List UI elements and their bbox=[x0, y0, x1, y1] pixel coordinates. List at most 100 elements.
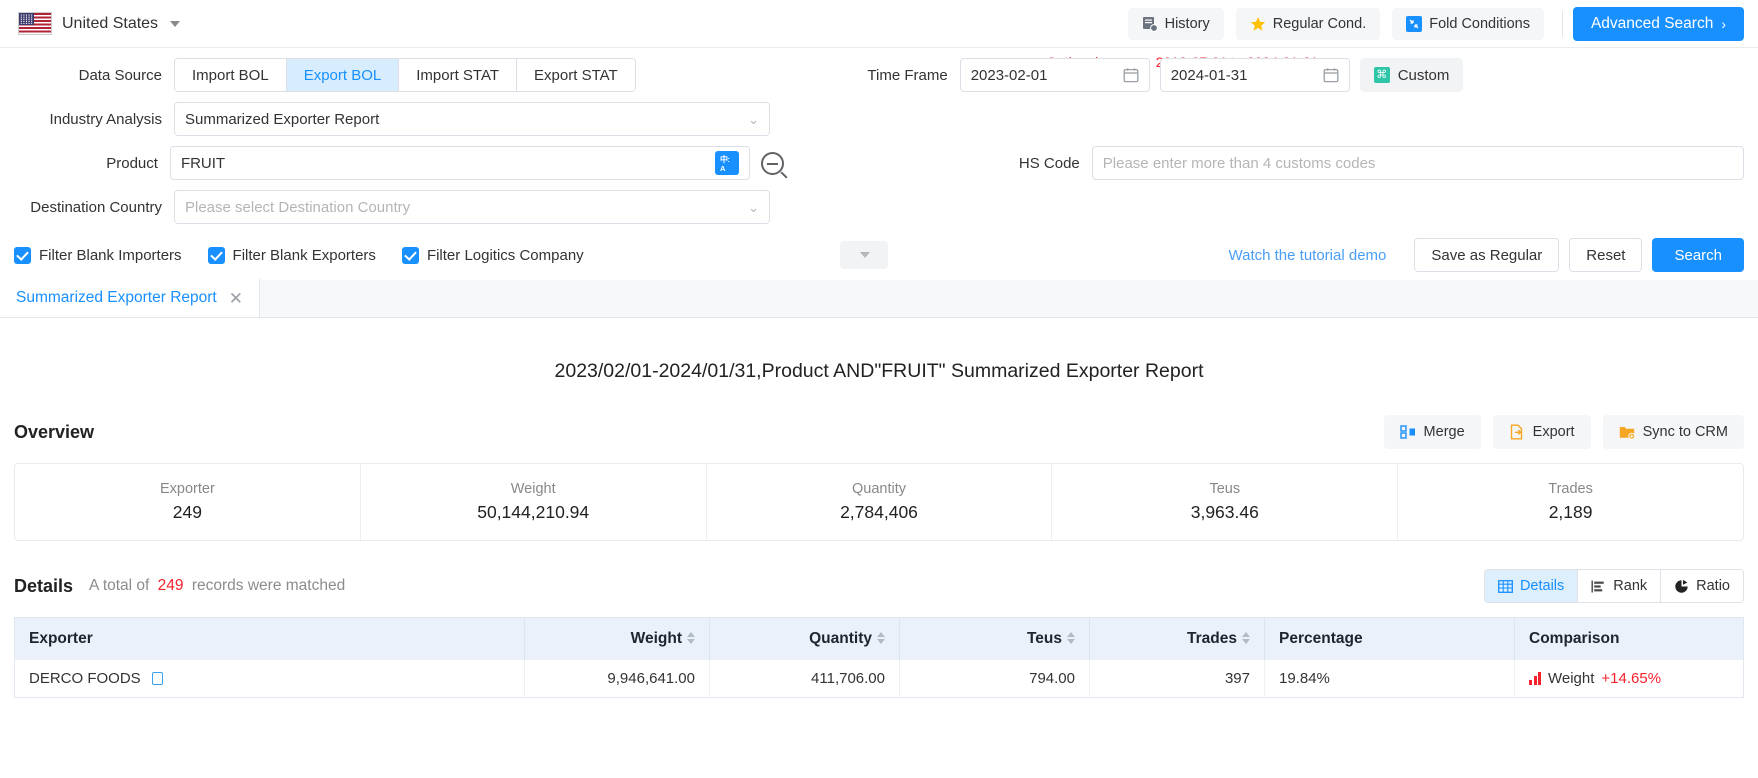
stat-teus-value: 3,963.46 bbox=[1191, 502, 1259, 523]
custom-icon: ⌘ bbox=[1374, 67, 1390, 83]
stat-weight-value: 50,144,210.94 bbox=[477, 502, 589, 523]
country-selector[interactable]: United States bbox=[18, 12, 180, 35]
details-header: Details A total of 249 records were matc… bbox=[0, 569, 1758, 603]
stat-quantity-value: 2,784,406 bbox=[840, 502, 918, 523]
view-rank[interactable]: Rank bbox=[1578, 570, 1661, 602]
result-tabstrip: Summarized Exporter Report ✕ bbox=[0, 280, 1758, 318]
details-summary-prefix: A total of bbox=[89, 577, 149, 594]
data-source-export-bol[interactable]: Export BOL bbox=[287, 59, 400, 91]
advanced-search-button[interactable]: Advanced Search › bbox=[1573, 7, 1744, 41]
regular-cond-button[interactable]: Regular Cond. bbox=[1236, 8, 1381, 40]
overview-title: Overview bbox=[14, 422, 94, 443]
column-weight[interactable]: Weight bbox=[525, 618, 710, 660]
data-source-import-stat[interactable]: Import STAT bbox=[399, 59, 517, 91]
column-exporter[interactable]: Exporter bbox=[15, 618, 525, 660]
tutorial-demo-link[interactable]: Watch the tutorial demo bbox=[1229, 247, 1387, 264]
destination-country-select[interactable]: Please select Destination Country ⌄ bbox=[174, 190, 770, 224]
column-teus[interactable]: Teus bbox=[900, 618, 1090, 660]
star-icon bbox=[1250, 16, 1266, 32]
time-frame-start-input[interactable]: 2023-02-01 bbox=[960, 58, 1150, 92]
sync-to-crm-button[interactable]: Sync to CRM bbox=[1603, 415, 1744, 449]
column-quantity[interactable]: Quantity bbox=[710, 618, 900, 660]
time-frame-end-value: 2024-01-31 bbox=[1171, 67, 1248, 84]
cell-weight: 9,946,641.00 bbox=[525, 660, 710, 698]
view-ratio[interactable]: Ratio bbox=[1661, 570, 1743, 602]
filters-row: Filter Blank Importers Filter Blank Expo… bbox=[0, 238, 1758, 272]
search-button[interactable]: Search bbox=[1652, 238, 1744, 272]
time-frame-label: Time Frame bbox=[730, 67, 960, 84]
svg-text::: : bbox=[728, 157, 730, 164]
product-search-icon[interactable] bbox=[758, 148, 787, 178]
stat-quantity-label: Quantity bbox=[852, 481, 906, 497]
merge-label: Merge bbox=[1424, 424, 1465, 440]
trend-chart-icon bbox=[1529, 672, 1541, 685]
filter-logistics-company-label: Filter Logitics Company bbox=[427, 247, 584, 264]
export-label: Export bbox=[1533, 424, 1575, 440]
export-button[interactable]: Export bbox=[1493, 415, 1591, 449]
tab-summarized-exporter-report[interactable]: Summarized Exporter Report ✕ bbox=[0, 279, 260, 317]
data-source-import-bol[interactable]: Import BOL bbox=[175, 59, 287, 91]
view-details[interactable]: Details bbox=[1485, 570, 1578, 602]
cell-exporter[interactable]: DERCO FOODS bbox=[15, 660, 525, 698]
cell-comparison-metric: Weight bbox=[1548, 670, 1594, 687]
cell-percentage: 19.84% bbox=[1265, 660, 1515, 698]
history-icon bbox=[1142, 16, 1158, 32]
merge-button[interactable]: Merge bbox=[1384, 415, 1481, 449]
cell-quantity: 411,706.00 bbox=[710, 660, 900, 698]
product-input[interactable]: FRUIT 中:A bbox=[170, 146, 750, 180]
time-frame-end-input[interactable]: 2024-01-31 bbox=[1160, 58, 1350, 92]
product-label: Product bbox=[14, 155, 170, 172]
fold-conditions-label: Fold Conditions bbox=[1429, 16, 1530, 32]
stat-quantity: Quantity 2,784,406 bbox=[707, 464, 1053, 540]
product-row: Product FRUIT 中:A HS Code Please enter m… bbox=[14, 146, 1744, 180]
cell-comparison: Weight +14.65% bbox=[1515, 660, 1744, 698]
industry-analysis-select[interactable]: Summarized Exporter Report ⌄ bbox=[174, 102, 770, 136]
close-icon[interactable]: ✕ bbox=[229, 290, 243, 307]
fold-conditions-button[interactable]: Fold Conditions bbox=[1392, 8, 1544, 40]
toolbar-divider bbox=[1562, 11, 1563, 37]
history-button[interactable]: History bbox=[1128, 8, 1224, 40]
stat-exporter-label: Exporter bbox=[160, 481, 215, 497]
cell-trades: 397 bbox=[1090, 660, 1265, 698]
copy-icon[interactable] bbox=[152, 672, 163, 685]
report-title: 2023/02/01-2024/01/31,Product AND"FRUIT"… bbox=[0, 318, 1758, 383]
us-flag-icon bbox=[18, 12, 52, 35]
sort-icon[interactable] bbox=[1067, 632, 1075, 644]
hs-code-input[interactable]: Please enter more than 4 customs codes bbox=[1092, 146, 1744, 180]
custom-range-button[interactable]: ⌘ Custom bbox=[1360, 58, 1464, 92]
column-trades[interactable]: Trades bbox=[1090, 618, 1265, 660]
translate-icon[interactable]: 中:A bbox=[715, 151, 739, 175]
data-source-export-stat[interactable]: Export STAT bbox=[517, 59, 635, 91]
filter-blank-importers-checkbox[interactable]: Filter Blank Importers bbox=[14, 247, 182, 264]
sort-icon[interactable] bbox=[877, 632, 885, 644]
pie-icon bbox=[1674, 579, 1689, 594]
svg-text:A: A bbox=[720, 164, 726, 173]
save-as-regular-button[interactable]: Save as Regular bbox=[1414, 238, 1559, 272]
chevron-down-icon: ⌄ bbox=[748, 201, 759, 214]
time-frame-start-value: 2023-02-01 bbox=[971, 67, 1048, 84]
stat-weight-label: Weight bbox=[511, 481, 556, 497]
expand-more-filters-button[interactable] bbox=[840, 241, 888, 269]
filter-blank-exporters-checkbox[interactable]: Filter Blank Exporters bbox=[208, 247, 376, 264]
destination-country-label: Destination Country bbox=[14, 199, 174, 216]
details-title: Details bbox=[14, 576, 73, 597]
product-value: FRUIT bbox=[181, 155, 225, 172]
sort-icon[interactable] bbox=[1242, 632, 1250, 644]
regular-cond-label: Regular Cond. bbox=[1273, 16, 1367, 32]
details-record-count: 249 bbox=[158, 577, 184, 594]
industry-analysis-row: Industry Analysis Summarized Exporter Re… bbox=[14, 102, 1744, 136]
stat-teus-label: Teus bbox=[1209, 481, 1240, 497]
reset-button[interactable]: Reset bbox=[1569, 238, 1642, 272]
overview-stats: Exporter 249 Weight 50,144,210.94 Quanti… bbox=[14, 463, 1744, 541]
data-source-tabs[interactable]: Import BOL Export BOL Import STAT Export… bbox=[174, 58, 636, 92]
crm-folder-icon bbox=[1619, 424, 1635, 440]
overview-header: Overview Merge Export Sync to CRM bbox=[0, 415, 1758, 449]
filter-logistics-company-checkbox[interactable]: Filter Logitics Company bbox=[402, 247, 584, 264]
destination-country-row: Destination Country Please select Destin… bbox=[14, 190, 1744, 224]
merge-icon bbox=[1400, 424, 1416, 440]
data-source-row: Data Source Import BOL Export BOL Import… bbox=[14, 58, 1744, 92]
table-row[interactable]: DERCO FOODS 9,946,641.00 411,706.00 794.… bbox=[15, 660, 1744, 698]
view-mode-toggle[interactable]: Details Rank Ratio bbox=[1484, 569, 1744, 603]
checkbox-checked-icon bbox=[208, 247, 225, 264]
sort-icon[interactable] bbox=[687, 632, 695, 644]
